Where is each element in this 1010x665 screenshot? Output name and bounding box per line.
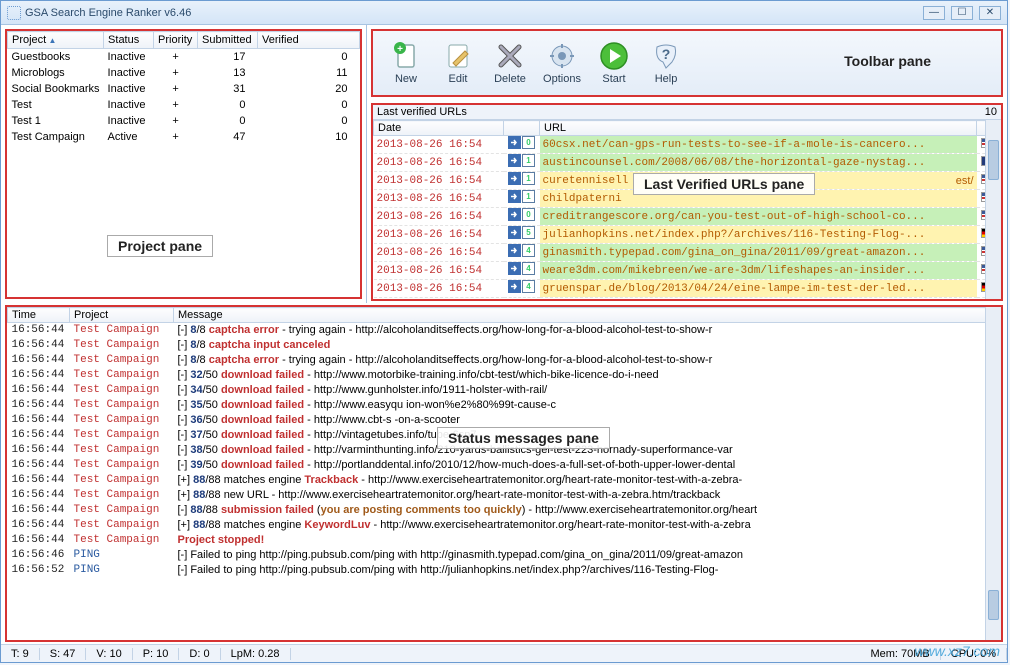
delete-button[interactable]: Delete [485,35,535,91]
start-icon [599,41,629,71]
status-messages-pane: Status messages pane Time Project Messag… [5,305,1003,642]
help-icon: ? [651,41,681,71]
message-row[interactable]: 16:56:44Test Campaign[-] 35/50 download … [8,398,1001,413]
verified-table[interactable]: Date URL 2013-08-26 16:54 0 60csx.net/ca… [373,120,1001,298]
verified-row[interactable]: 2013-08-26 16:54 1 austincounsel.com/200… [374,154,1001,172]
verified-title: Last verified URLs 10 [373,105,1001,120]
app-window: GSA Search Engine Ranker v6.46 — ☐ ✕ Pro… [0,0,1008,663]
project-table[interactable]: Project Status Priority Submitted Verifi… [7,31,360,145]
statusbar: T: 9 S: 47 V: 10 P: 10 D: 0 LpM: 0.28 Me… [1,644,1007,662]
options-icon [547,41,577,71]
status-d: D: 0 [179,648,220,660]
edit-button[interactable]: Edit [433,35,483,91]
svg-text:+: + [397,44,403,55]
col-time[interactable]: Time [8,308,70,323]
project-row[interactable]: Social BookmarksInactive+3120 [8,81,360,97]
verified-row[interactable]: 2013-08-26 16:54 4 gruenspar.de/blog/201… [374,280,1001,298]
message-row[interactable]: 16:56:46PING[-] Failed to ping http://pi… [8,548,1001,563]
project-row[interactable]: Test CampaignActive+4710 [8,129,360,145]
message-row[interactable]: 16:56:44Test Campaign[-] 34/50 download … [8,383,1001,398]
verified-pane-label: Last Verified URLs pane [633,173,815,195]
col-priority[interactable]: Priority [154,32,198,49]
col-message[interactable]: Message [174,308,1001,323]
project-row[interactable]: TestInactive+00 [8,97,360,113]
status-p: P: 10 [133,648,180,660]
project-pane: Project pane Project Status Priority Sub… [5,29,362,299]
project-pane-label: Project pane [107,235,213,257]
messages-scrollbar[interactable] [985,307,1001,640]
project-row[interactable]: MicroblogsInactive+1311 [8,65,360,81]
titlebar: GSA Search Engine Ranker v6.46 — ☐ ✕ [1,1,1007,25]
close-button[interactable]: ✕ [979,6,1001,20]
minimize-button[interactable]: — [923,6,945,20]
message-row[interactable]: 16:56:44Test Campaign[-] 32/50 download … [8,368,1001,383]
message-row[interactable]: 16:56:52PING[-] Failed to ping http://pi… [8,563,1001,578]
message-row[interactable]: 16:56:44Test Campaign[-] 36/50 download … [8,413,1001,428]
edit-icon [443,41,473,71]
status-cpu: CPU: 0% [941,648,1007,660]
col-msg-project[interactable]: Project [70,308,174,323]
col-project[interactable]: Project [8,32,104,49]
verified-row[interactable]: 2013-08-26 16:54 5 julianhopkins.net/ind… [374,226,1001,244]
message-row[interactable]: 16:56:44Test Campaign[-] 8/8 captcha inp… [8,338,1001,353]
verified-row[interactable]: 2013-08-26 16:54 4 weare3dm.com/mikebree… [374,262,1001,280]
status-t: T: 9 [1,648,40,660]
col-url[interactable]: URL [540,121,977,136]
app-icon [7,6,21,20]
new-icon: + [391,41,421,71]
col-submitted[interactable]: Submitted [198,32,258,49]
project-row[interactable]: GuestbooksInactive+170 [8,49,360,66]
options-button[interactable]: Options [537,35,587,91]
message-row[interactable]: 16:56:44Test Campaign[+] 88/88 new URL -… [8,488,1001,503]
verified-scrollbar[interactable] [985,120,1001,299]
help-button[interactable]: ? Help [641,35,691,91]
verified-row[interactable]: 2013-08-26 16:54 0 creditrangescore.org/… [374,208,1001,226]
window-title: GSA Search Engine Ranker v6.46 [25,7,923,19]
status-s: S: 47 [40,648,87,660]
message-row[interactable]: 16:56:44Test Campaign[-] 8/8 captcha err… [8,353,1001,368]
status-v: V: 10 [86,648,132,660]
message-row[interactable]: 16:56:44Test CampaignProject stopped! [8,533,1001,548]
svg-text:?: ? [662,46,671,62]
status-lpm: LpM: 0.28 [221,648,291,660]
verified-urls-pane: Last Verified URLs pane Last verified UR… [371,103,1003,301]
message-row[interactable]: 16:56:44Test Campaign[+] 88/88 matches e… [8,518,1001,533]
toolbar-pane-label: Toolbar pane [834,51,941,71]
message-row[interactable]: 16:56:44Test Campaign[+] 88/88 matches e… [8,473,1001,488]
col-date[interactable]: Date [374,121,504,136]
verified-row[interactable]: 2013-08-26 16:54 4 ginasmith.typepad.com… [374,244,1001,262]
status-pane-label: Status messages pane [437,427,610,449]
maximize-button[interactable]: ☐ [951,6,973,20]
message-row[interactable]: 16:56:44Test Campaign[-] 88/88 submissio… [8,503,1001,518]
delete-icon [495,41,525,71]
col-status[interactable]: Status [104,32,154,49]
message-row[interactable]: 16:56:44Test Campaign[-] 39/50 download … [8,458,1001,473]
status-mem: Mem: 70MB [860,648,940,660]
new-button[interactable]: + New [381,35,431,91]
toolbar-pane: Toolbar pane + New Edit [371,29,1003,97]
verified-row[interactable]: 2013-08-26 16:54 0 60csx.net/can-gps-run… [374,136,1001,154]
message-row[interactable]: 16:56:44Test Campaign[-] 8/8 captcha err… [8,323,1001,338]
project-row[interactable]: Test 1Inactive+00 [8,113,360,129]
col-verified[interactable]: Verified [258,32,360,49]
start-button[interactable]: Start [589,35,639,91]
